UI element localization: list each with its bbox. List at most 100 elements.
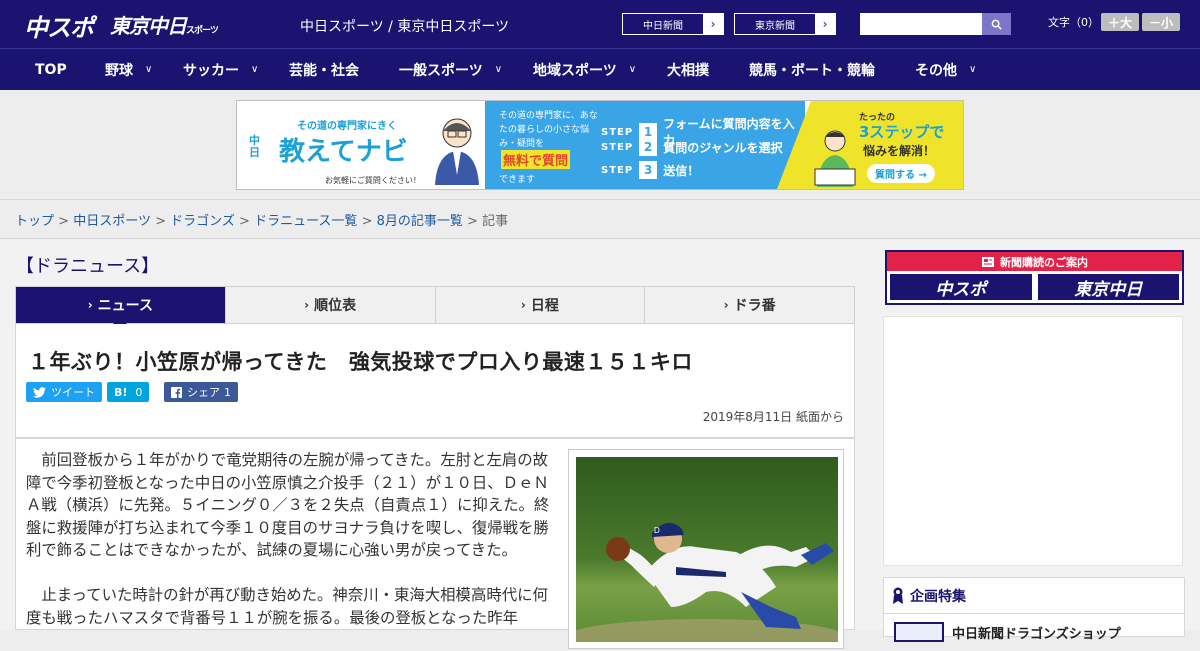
- chevron-down-icon: ∨: [628, 64, 637, 75]
- nav-item-general-sports[interactable]: 一般スポーツ ∨: [399, 49, 502, 90]
- nav-label: その他: [915, 62, 957, 79]
- hatena-count: 0: [135, 385, 143, 399]
- article-body: 前回登板から１年がかりで竜党期待の左腕が帰ってきた。左肘と左肩の故障で今季初登板…: [26, 449, 554, 651]
- chunichi-shimbun-label: 中日新聞: [643, 20, 683, 32]
- nav-item-baseball[interactable]: 野球 ∨: [105, 49, 152, 90]
- tab-label: 日程: [530, 298, 559, 314]
- tweet-label: ツイート: [51, 386, 95, 399]
- banner-kana: 中日: [249, 134, 260, 159]
- chuspo-logo[interactable]: 中スポ: [24, 8, 94, 42]
- search-button[interactable]: [982, 13, 1011, 35]
- expert-illustration-icon: [435, 118, 479, 185]
- chevron-down-icon: ∨: [145, 64, 153, 75]
- dranews-tabs: › ニュース › 順位表 › 日程 › ドラ番: [15, 286, 855, 331]
- breadcrumb-separator: >: [467, 214, 478, 229]
- pitcher-illustration: D: [576, 522, 838, 642]
- nav-label: 大相撲: [667, 62, 709, 79]
- step-number: 3: [639, 161, 658, 179]
- breadcrumb-separator: >: [155, 214, 166, 229]
- breadcrumb-separator: >: [361, 214, 373, 229]
- banner-right: たったの 3ステップで 悩みを解消！ 質問する →: [777, 101, 963, 189]
- nav-item-top[interactable]: TOP: [35, 49, 67, 90]
- font-larger-button[interactable]: ＋大: [1101, 13, 1139, 31]
- step-label: STEP: [601, 141, 634, 153]
- chunichi-shimbun-button[interactable]: 中日新聞 ›: [622, 13, 724, 35]
- banner-right-sub: 悩みを解消！: [863, 144, 936, 158]
- breadcrumb-separator: >: [58, 214, 70, 229]
- feature-item-label: 中日新聞ドラゴンズショップ: [952, 626, 1121, 642]
- tokyo-logo-text: 東京中日: [110, 14, 187, 38]
- chevron-right-icon: ›: [703, 14, 723, 34]
- breadcrumb-link-august-list[interactable]: 8月の記事一覧: [377, 214, 463, 229]
- article-headline: １年ぶり！小笠原が帰ってきた 強気投球でプロ入り最速１５１キロ: [28, 350, 693, 374]
- breadcrumb-link-dranews-list[interactable]: ドラニュース一覧: [254, 214, 357, 229]
- section-title: 【ドラニュース】: [16, 256, 160, 277]
- banner-ask-note: お気軽にご質問ください！: [325, 176, 421, 185]
- share-label: シェア: [187, 386, 220, 399]
- tab-schedule[interactable]: › 日程: [434, 287, 645, 323]
- tab-news[interactable]: › ニュース: [16, 287, 225, 331]
- nav-item-other[interactable]: その他 ∨: [915, 49, 976, 90]
- article-header-card: １年ぶり！小笠原が帰ってきた 強気投球でプロ入り最速１５１キロ ツイート B! …: [15, 324, 855, 438]
- feature-item-dragons-shop[interactable]: 中日新聞ドラゴンズショップ: [884, 614, 1184, 650]
- tokyo-chunichi-subscribe-logo[interactable]: 東京中日: [1036, 273, 1180, 301]
- font-smaller-button[interactable]: －小: [1142, 13, 1180, 31]
- tokyo-shimbun-label: 東京新聞: [755, 20, 795, 32]
- breadcrumb: トップ > 中日スポーツ > ドラゴンズ > ドラニュース一覧 > 8月の記事一…: [0, 199, 1200, 239]
- nav-label: サッカー: [183, 62, 239, 79]
- article-photo-frame[interactable]: D: [568, 449, 844, 649]
- article-date: 2019年8月11日 紙面から: [702, 410, 844, 424]
- step-text: 質問のジャンルを選択: [663, 140, 783, 155]
- chuspo-subscribe-logo[interactable]: 中スポ: [889, 273, 1033, 301]
- nav-label: 野球: [105, 62, 133, 79]
- banner-right-big: 3ステップで: [859, 123, 945, 141]
- breadcrumb-link-chunichi-sports[interactable]: 中日スポーツ: [73, 214, 151, 229]
- oshiete-navi-banner[interactable]: その道の専門家にきく 中日 教えてナビ お気軽にご質問ください！ その道の専門家…: [236, 100, 964, 190]
- ribbon-icon: [893, 587, 903, 604]
- breadcrumb-link-top[interactable]: トップ: [15, 214, 54, 229]
- banner-mid-text: その道の専門家に、あなたの暮らしの小さな悩み・疑問を: [499, 111, 598, 149]
- tokyo-logo-small: スポーツ: [186, 26, 219, 36]
- dragons-shop-thumbnail: [894, 622, 944, 642]
- sidebar-ad-slot: [883, 316, 1183, 566]
- banner-tagline: その道の専門家にきく: [297, 121, 397, 132]
- breadcrumb-link-dragons[interactable]: ドラゴンズ: [170, 214, 235, 229]
- step-label: STEP: [601, 164, 634, 176]
- feature-box-title: 企画特集: [910, 588, 966, 605]
- nav-label: 競馬・ボート・競輪: [749, 62, 875, 79]
- font-size-label: 文字（0）: [1048, 16, 1099, 29]
- chevron-right-icon: ›: [520, 298, 526, 312]
- banner-mid-end: できます: [499, 175, 536, 185]
- main-nav: TOP 野球 ∨ サッカー ∨ 芸能・社会 一般スポーツ ∨ 地域スポーツ ∨ 大相撲 …: [0, 48, 1200, 90]
- person-laptop-icon: [814, 130, 856, 187]
- nav-label: 地域スポーツ: [533, 62, 617, 79]
- nav-item-regional-sports[interactable]: 地域スポーツ ∨: [533, 49, 636, 90]
- search-input[interactable]: [860, 13, 982, 35]
- breadcrumb-separator: >: [239, 214, 250, 229]
- chevron-down-icon: ∨: [969, 64, 977, 75]
- nav-item-entertainment[interactable]: 芸能・社会: [289, 49, 359, 90]
- nav-label: 一般スポーツ: [399, 62, 483, 79]
- tab-label: ドラ番: [733, 298, 776, 314]
- site-title: 中日スポーツ / 東京中日スポーツ: [300, 19, 510, 35]
- nav-label: TOP: [35, 61, 67, 78]
- hatena-bookmark-button[interactable]: B! 0: [107, 382, 150, 402]
- subscription-banner[interactable]: 新聞購読のご案内 中スポ 東京中日: [885, 250, 1184, 305]
- article-body-card: 前回登板から１年がかりで竜党期待の左腕が帰ってきた。左肘と左肩の故障で今季初登板…: [15, 438, 855, 649]
- chevron-right-icon: ›: [87, 298, 93, 312]
- tokyo-chunichi-logo[interactable]: 東京中日スポーツ: [110, 10, 219, 38]
- search-icon: [991, 19, 1002, 30]
- subscription-logos: 中スポ 東京中日: [887, 271, 1182, 303]
- nav-item-sumo[interactable]: 大相撲: [667, 49, 709, 90]
- step-number: 2: [639, 138, 658, 156]
- banner-ask-button[interactable]: 質問する →: [867, 164, 935, 183]
- tab-dora-ban[interactable]: › ドラ番: [644, 287, 854, 323]
- nav-item-racing[interactable]: 競馬・ボート・競輪: [749, 49, 875, 90]
- tokyo-shimbun-button[interactable]: 東京新聞 ›: [734, 13, 836, 35]
- facebook-share-button[interactable]: シェア 1: [164, 382, 238, 402]
- tab-standings[interactable]: › 順位表: [224, 287, 435, 323]
- tweet-button[interactable]: ツイート: [26, 382, 102, 402]
- nav-item-soccer[interactable]: サッカー ∨: [183, 49, 258, 90]
- article-paragraph: 止まっていた時計の針が再び動き始めた。神奈川・東海大相模高時代に何度も戦ったハマ…: [26, 585, 548, 627]
- twitter-icon: [33, 386, 46, 398]
